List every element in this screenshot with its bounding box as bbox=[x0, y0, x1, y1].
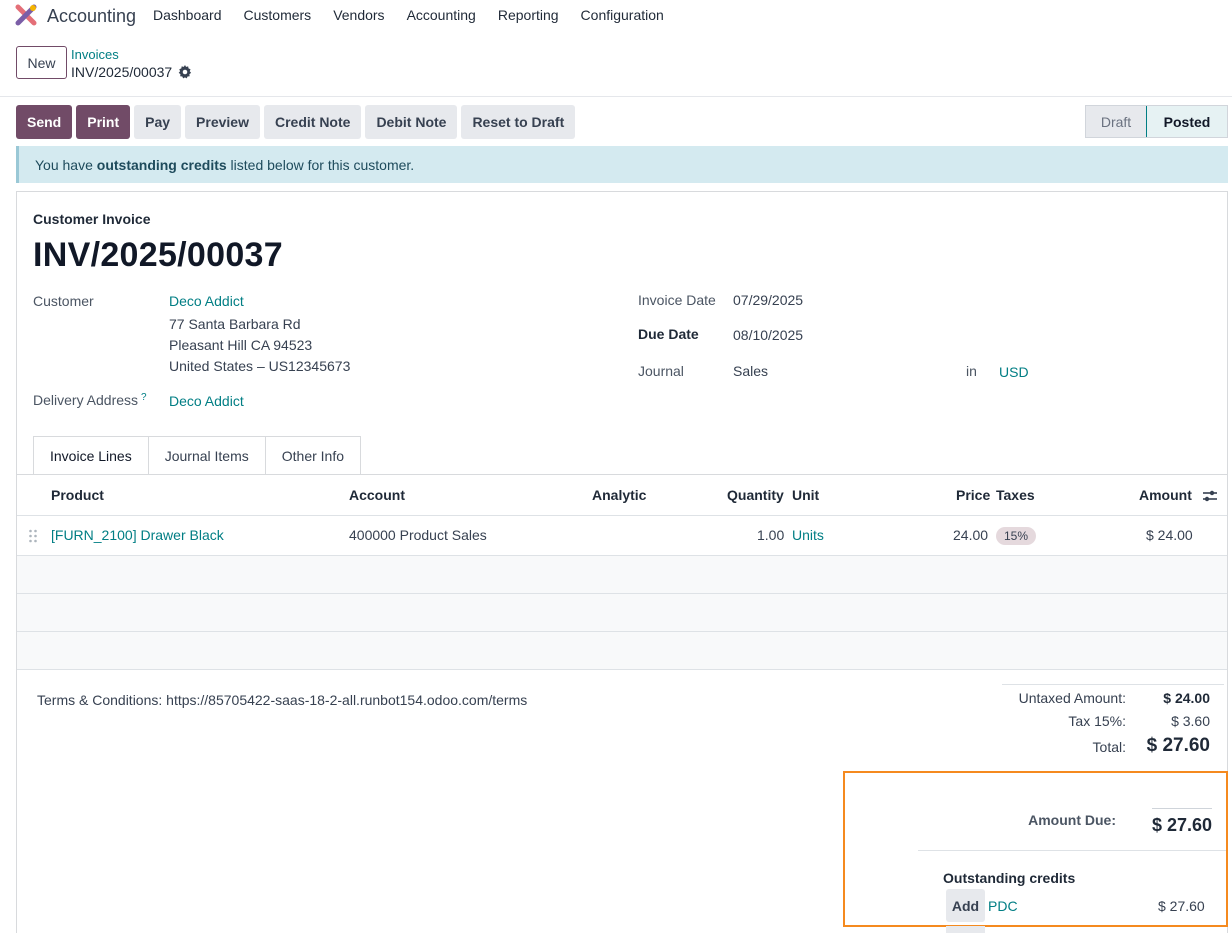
untaxed-amount-value: $ 24.00 bbox=[1163, 690, 1210, 706]
new-button[interactable]: New bbox=[16, 46, 67, 79]
due-date-value[interactable]: 08/10/2025 bbox=[733, 327, 803, 343]
pay-button[interactable]: Pay bbox=[134, 105, 182, 139]
customer-address-line3: United States – US12345673 bbox=[169, 358, 351, 374]
menu-customers[interactable]: Customers bbox=[244, 7, 312, 23]
delivery-address-label: Delivery Address? bbox=[33, 392, 147, 408]
alert-prefix: You have bbox=[35, 156, 97, 173]
tab-other-info[interactable]: Other Info bbox=[265, 436, 362, 475]
send-button[interactable]: Send bbox=[16, 105, 73, 139]
col-account[interactable]: Account bbox=[349, 487, 405, 503]
menu-dashboard[interactable]: Dashboard bbox=[153, 7, 222, 23]
delivery-address-link[interactable]: Deco Addict bbox=[169, 393, 244, 409]
header-divider bbox=[0, 96, 1232, 97]
customer-label: Customer bbox=[33, 293, 94, 309]
reset-to-draft-button[interactable]: Reset to Draft bbox=[461, 105, 576, 139]
outstanding-credits-title: Outstanding credits bbox=[943, 870, 1076, 886]
table-empty-row bbox=[17, 594, 1227, 631]
customer-address-line2: Pleasant Hill CA 94523 bbox=[169, 337, 313, 353]
amount-due-value: $ 27.60 bbox=[1151, 815, 1212, 835]
table-header-divider bbox=[17, 515, 1227, 516]
untaxed-amount-label: Untaxed Amount: bbox=[1018, 690, 1126, 706]
currency-in-label: in bbox=[966, 363, 977, 379]
col-analytic[interactable]: Analytic bbox=[592, 487, 646, 503]
drag-handle-icon[interactable] bbox=[28, 529, 38, 543]
amount-due-label: Amount Due: bbox=[1028, 812, 1116, 828]
line-amount: $ 24.00 bbox=[1146, 527, 1193, 543]
credit-note-button[interactable]: Credit Note bbox=[263, 105, 362, 139]
breadcrumb-invoices[interactable]: Invoices bbox=[71, 47, 119, 62]
col-taxes[interactable]: Taxes bbox=[996, 487, 1035, 503]
debit-note-button[interactable]: Debit Note bbox=[365, 105, 458, 139]
col-product[interactable]: Product bbox=[51, 487, 104, 503]
app-name[interactable]: Accounting bbox=[47, 6, 136, 27]
menu-reporting[interactable]: Reporting bbox=[498, 7, 559, 23]
add-credit-button[interactable]: Add bbox=[946, 889, 985, 922]
col-quantity[interactable]: Quantity bbox=[727, 487, 784, 503]
total-label: Total: bbox=[1092, 739, 1126, 755]
line-price[interactable]: 24.00 bbox=[953, 527, 988, 543]
status-bar: Draft Posted bbox=[1085, 105, 1228, 138]
tab-journal-items[interactable]: Journal Items bbox=[148, 436, 266, 475]
invoice-number: INV/2025/00037 bbox=[33, 236, 283, 274]
alert-bold: outstanding credits bbox=[96, 156, 227, 173]
credit-reference-link[interactable]: PDC bbox=[988, 898, 1018, 914]
accounting-app-icon[interactable] bbox=[15, 4, 37, 26]
tax-badge[interactable]: 15% bbox=[996, 527, 1037, 545]
menu-configuration[interactable]: Configuration bbox=[581, 7, 664, 23]
status-draft[interactable]: Draft bbox=[1086, 106, 1146, 137]
totals-divider bbox=[1002, 684, 1224, 685]
line-unit[interactable]: Units bbox=[792, 527, 824, 543]
tax-value: $ 3.60 bbox=[1171, 713, 1210, 729]
customer-link[interactable]: Deco Addict bbox=[169, 293, 244, 309]
line-account[interactable]: 400000 Product Sales bbox=[349, 527, 487, 543]
main-menu: Dashboard Customers Vendors Accounting R… bbox=[153, 7, 686, 23]
preview-button[interactable]: Preview bbox=[185, 105, 260, 139]
tax-label: Tax 15%: bbox=[1068, 713, 1126, 729]
outstanding-divider bbox=[918, 850, 1226, 851]
next-add-button-edge bbox=[946, 926, 985, 933]
col-unit[interactable]: Unit bbox=[792, 487, 819, 503]
action-buttons: Send Print Pay Preview Credit Note Debit… bbox=[16, 105, 576, 139]
menu-accounting[interactable]: Accounting bbox=[407, 7, 476, 23]
outstanding-credits-alert: You have outstanding credits listed belo… bbox=[16, 146, 1228, 183]
help-icon[interactable]: ? bbox=[141, 392, 147, 403]
document-type: Customer Invoice bbox=[33, 211, 151, 227]
table-empty-row bbox=[17, 556, 1227, 593]
tab-invoice-lines[interactable]: Invoice Lines bbox=[33, 436, 149, 475]
credit-amount: $ 27.60 bbox=[1158, 898, 1205, 914]
table-row-divider bbox=[17, 669, 1227, 670]
status-posted[interactable]: Posted bbox=[1146, 106, 1227, 137]
gear-icon[interactable] bbox=[178, 65, 192, 79]
notebook-tabs: Invoice Lines Journal Items Other Info bbox=[33, 436, 362, 475]
amount-due-divider bbox=[1152, 808, 1212, 809]
line-quantity[interactable]: 1.00 bbox=[757, 527, 784, 543]
delivery-address-label-text: Delivery Address bbox=[33, 392, 139, 408]
alert-suffix: listed below for this customer. bbox=[226, 156, 415, 173]
invoice-date-value[interactable]: 07/29/2025 bbox=[733, 292, 803, 308]
print-button[interactable]: Print bbox=[76, 105, 131, 139]
due-date-label: Due Date bbox=[638, 326, 699, 342]
customer-address-line1: 77 Santa Barbara Rd bbox=[169, 316, 301, 332]
col-price[interactable]: Price bbox=[956, 487, 990, 503]
currency-link[interactable]: USD bbox=[999, 364, 1029, 380]
table-empty-row bbox=[17, 632, 1227, 669]
journal-value[interactable]: Sales bbox=[733, 363, 768, 379]
terms-and-conditions[interactable]: Terms & Conditions: https://85705422-saa… bbox=[37, 692, 527, 708]
line-product[interactable]: [FURN_2100] Drawer Black bbox=[51, 527, 224, 543]
tabs-divider bbox=[17, 474, 1227, 475]
col-amount[interactable]: Amount bbox=[1139, 487, 1192, 503]
journal-label: Journal bbox=[638, 363, 684, 379]
breadcrumb-current: INV/2025/00037 bbox=[71, 64, 173, 80]
invoice-date-label: Invoice Date bbox=[638, 292, 716, 308]
total-value: $ 27.60 bbox=[1146, 735, 1210, 756]
menu-vendors[interactable]: Vendors bbox=[333, 7, 384, 23]
optional-columns-icon[interactable] bbox=[1202, 489, 1218, 503]
top-navbar: Accounting Dashboard Customers Vendors A… bbox=[0, 0, 1232, 34]
